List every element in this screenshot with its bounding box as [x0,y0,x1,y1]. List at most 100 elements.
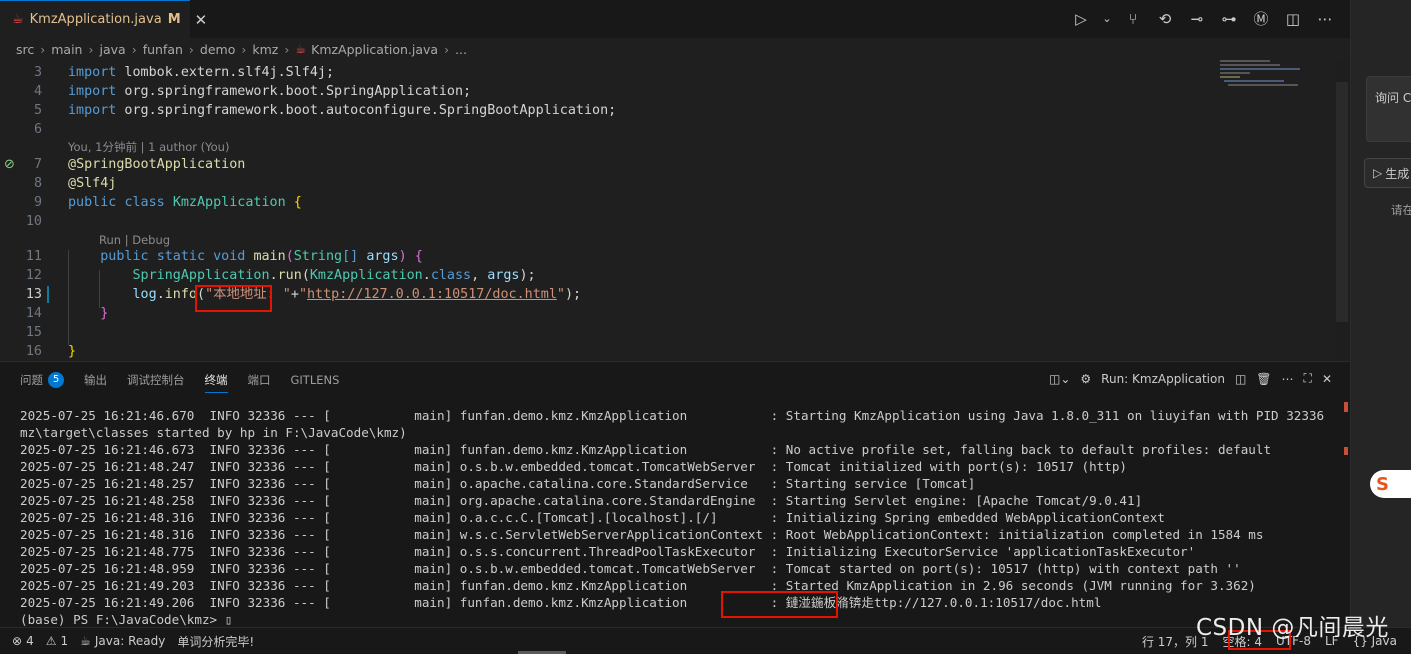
terminal-line: 2025-07-25 16:21:48.959 INFO 32336 --- [… [20,561,1241,576]
run-icon[interactable]: ▷ [1070,10,1092,28]
secondary-sidebar: 询问 C ▷ 生成 请在 S [1350,0,1411,654]
code-token: ( [285,249,294,264]
panel-tab[interactable]: 端口 [248,362,271,397]
generate-label: 生成 [1385,166,1410,181]
status-text: 4 [26,634,34,648]
breadcrumb-item[interactable]: ... [455,42,467,57]
status-text: 1 [60,634,69,648]
trash-icon[interactable]: 🗑 [1256,372,1271,386]
status-item[interactable]: ☕ Java: Ready [80,634,165,648]
code-line[interactable]: 7 @SpringBootApplication [0,155,1336,174]
panel-tab-label: 调试控制台 [127,372,185,387]
close-panel-icon[interactable]: ✕ [1322,372,1332,386]
code-token: import [68,65,117,80]
code-token: static [156,249,206,264]
code-line[interactable]: 16} [0,342,1336,360]
maximize-icon[interactable]: ⛶ [1304,371,1312,386]
status-icon: ⊗ [12,634,23,648]
breadcrumb-item[interactable]: src [16,42,34,57]
git-modified-gutter [47,286,49,303]
next-change-icon[interactable]: ⊶ [1218,10,1240,28]
panel-tab-label: 输出 [84,372,107,387]
code-line[interactable]: 15 [0,323,1336,342]
line-number: 5 [33,103,42,118]
terminal-line: 2025-07-25 16:21:46.673 INFO 32336 --- [… [20,442,1272,457]
status-icon: ☕ [80,634,91,648]
line-number: 6 [33,122,42,137]
java-file-icon: ☕ [12,12,24,27]
code-token: " [556,287,565,302]
panel-tab[interactable]: 输出 [84,362,107,397]
chevron-down-icon[interactable]: ⌄ [1102,12,1112,25]
code-text: public static void main(String[] args) { [68,247,423,266]
source-control-icon[interactable]: ⑂ [1122,10,1144,28]
panel-tab[interactable]: 终端 [204,362,228,397]
watermark: CSDN @凡间晨光 [1196,615,1389,641]
panel-tab-label: 端口 [247,372,271,387]
line-number: 12 [25,268,42,283]
status-item[interactable]: ⚠ 1 [46,634,68,648]
editor-tab-kmzapplication[interactable]: ☕ KmzApplication.java M ✕ [0,0,207,38]
gitlens-icon[interactable]: Ⓜ [1250,8,1272,29]
code-token: run [277,268,302,283]
status-item[interactable]: ⊗ 4 [12,634,34,648]
ask-card[interactable]: 询问 C [1366,76,1411,142]
previous-change-icon[interactable]: ⊸ [1186,10,1208,28]
code-line[interactable]: 4 import org.springframework.boot.SpringA… [0,82,1336,101]
editor-tab-bar: ☕ KmzApplication.java M ✕ ▷ ⌄ ⑂ ⟲ ⊸ ⊶ Ⓜ … [0,0,1350,39]
code-line[interactable]: 6 [0,120,1336,139]
line-number: 15 [25,325,42,340]
breadcrumb-item[interactable]: main [51,42,82,57]
code-line[interactable]: 5 import org.springframework.boot.autocon… [0,101,1336,120]
code-token: KmzApplication [309,268,423,283]
panel-tab[interactable]: 问题 5 [20,362,64,397]
more-actions-icon[interactable]: ⋯ [1314,10,1336,28]
code-token: args [366,249,399,264]
breadcrumb-item[interactable]: java [99,42,125,57]
terminal-line: 2025-07-25 16:21:48.775 INFO 32336 --- [… [20,544,1196,559]
tab-close-icon[interactable]: ✕ [195,11,208,29]
breadcrumb-item[interactable]: KmzApplication.java [311,42,438,57]
status-item[interactable]: 单词分析完毕! [177,633,254,650]
code-token: main [253,249,286,264]
more-icon[interactable]: ⋯ [1282,372,1294,386]
open-changes-icon[interactable]: ⟲ [1154,10,1176,28]
code-token: . [156,287,165,302]
code-line[interactable]: 11 public static void main(String[] args… [0,247,1336,266]
code-line[interactable]: 12 SpringApplication.run(KmzApplication.… [0,266,1336,285]
terminal-output[interactable]: 2025-07-25 16:21:46.670 INFO 32336 --- [… [20,407,1330,628]
code-token: public [100,249,149,264]
panel-actions: ◫⌄ ⚙ Run: KmzApplication ◫ 🗑 ⋯ ⛶ ✕ [1049,371,1332,386]
panel-tab[interactable]: 调试控制台 [127,362,185,397]
code-line[interactable]: 10 [0,212,1336,231]
code-line[interactable]: 8 @Slf4j [0,174,1336,193]
sogou-ime-icon[interactable]: S [1370,470,1411,498]
editor-scrollbar[interactable] [1336,82,1348,322]
codelens-author[interactable]: You, 1分钟前 | 1 author (You) [68,139,229,156]
generate-button[interactable]: ▷ 生成 [1364,158,1411,188]
code-editor[interactable]: 3 import lombok.extern.slf4j.Slf4j; 4 impor… [0,60,1336,360]
code-token: String [293,249,343,264]
code-token: ) [398,249,407,264]
code-token: class [430,268,472,283]
codelens-run-debug[interactable]: Run | Debug [99,232,170,249]
split-terminal-icon[interactable]: ◫⌄ [1049,372,1070,386]
highlight-box-garbled-text [721,591,838,618]
panel-tab[interactable]: GITLENS [291,362,340,397]
line-number: 11 [25,249,42,264]
breadcrumb-item[interactable]: funfan [143,42,183,57]
code-text: import org.springframework.boot.autoconf… [68,101,616,120]
minimap[interactable] [1210,60,1336,100]
code-token: void [213,249,246,264]
breadcrumb-item[interactable]: demo [200,42,235,57]
terminal-run-label[interactable]: Run: KmzApplication [1101,372,1225,386]
code-token: http://127.0.0.1:10517/doc.html [307,287,557,302]
test-pass-icon[interactable]: ⊘ [4,157,15,172]
code-line[interactable]: 9 public class KmzApplication { [0,193,1336,212]
code-line[interactable]: 3 import lombok.extern.slf4j.Slf4j; [0,63,1336,82]
breadcrumb-item[interactable]: kmz [252,42,278,57]
split-icon[interactable]: ◫ [1235,372,1246,386]
split-editor-icon[interactable]: ◫ [1282,10,1304,28]
